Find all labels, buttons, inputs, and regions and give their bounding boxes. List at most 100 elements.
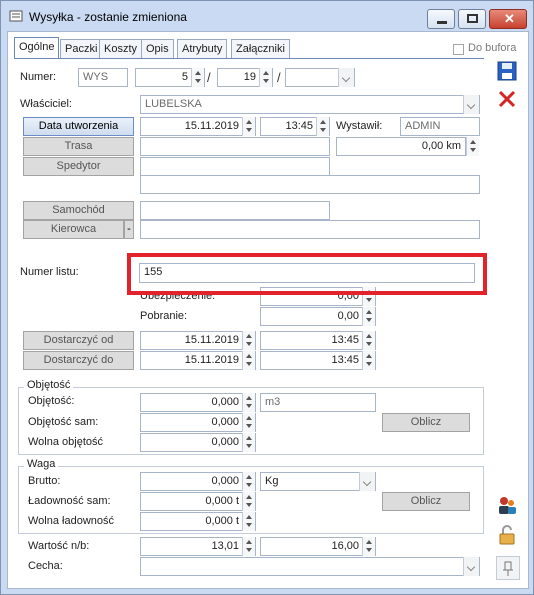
delete-button[interactable]: [496, 88, 520, 112]
wolna-objetosc-value: 0,000: [211, 436, 239, 448]
chevron-down-icon[interactable]: [338, 68, 354, 87]
users-icon: [499, 497, 516, 514]
minimize-button[interactable]: [427, 9, 455, 29]
dostarczyc-od-button[interactable]: Dostarczyć od: [23, 331, 134, 350]
minimize-icon: [437, 21, 447, 24]
dostarczyc-do-time-value: 13:45: [331, 354, 359, 366]
objetosc-group-title: Objętość: [24, 379, 74, 391]
data-utworzenia-date-field[interactable]: 15.11.2019: [140, 117, 256, 136]
title-bar[interactable]: Wysyłka - zostanie zmieniona ✕: [1, 1, 533, 31]
wartosc-netto-spinner[interactable]: [242, 537, 255, 556]
tab-paczki[interactable]: Paczki: [60, 39, 103, 59]
lock-button[interactable]: [496, 524, 520, 548]
trasa-km-spinner[interactable]: [466, 137, 479, 156]
spedytor-field[interactable]: [140, 157, 330, 176]
kierowca-button[interactable]: Kierowca: [23, 220, 124, 239]
objetosc-sam-field[interactable]: 0,000: [140, 413, 256, 432]
data-utworzenia-date-spinner[interactable]: [242, 117, 255, 136]
tab-zalaczniki[interactable]: Załączniki: [231, 39, 290, 59]
maximize-button[interactable]: [458, 9, 486, 29]
dostarczyc-do-time-spinner[interactable]: [362, 351, 375, 370]
samochod-field[interactable]: [140, 201, 330, 220]
lock-icon: [499, 525, 515, 545]
pobranie-field[interactable]: 0,00: [260, 307, 376, 326]
objetosc-spinner[interactable]: [242, 393, 255, 412]
tab-opis[interactable]: Opis: [141, 39, 174, 59]
trasa-field[interactable]: [140, 137, 330, 156]
dostarczyc-od-date-spinner[interactable]: [242, 331, 255, 350]
waga-oblicz-button[interactable]: Oblicz: [382, 492, 470, 511]
dostarczyc-do-time-field[interactable]: 13:45: [260, 351, 376, 370]
pobranie-spinner[interactable]: [362, 307, 375, 326]
spedytor-details-field[interactable]: [140, 175, 480, 194]
spedytor-button[interactable]: Spedytor: [23, 157, 134, 176]
window-title: Wysyłka - zostanie zmieniona: [29, 10, 187, 24]
dostarczyc-do-button[interactable]: Dostarczyć do: [23, 351, 134, 370]
numer-year-value: 19: [243, 71, 256, 83]
pobranie-label: Pobranie:: [140, 310, 188, 322]
tab-atrybuty[interactable]: Atrybuty: [177, 39, 228, 59]
objetosc-label: Objętość:: [28, 395, 75, 407]
wolna-ladownosc-label: Wolna ładowność: [28, 515, 115, 527]
save-button[interactable]: [496, 60, 520, 84]
objetosc-field[interactable]: 0,000: [140, 393, 256, 412]
kierowca-clear-button[interactable]: -: [124, 220, 134, 239]
pobranie-value: 0,00: [337, 310, 359, 322]
trasa-km-field[interactable]: 0,00 km: [336, 137, 466, 156]
tab-divider: [14, 58, 484, 59]
app-icon: [9, 9, 23, 23]
dostarczyc-od-time-value: 13:45: [331, 334, 359, 346]
numer-number-spinner[interactable]: [191, 68, 204, 87]
numer-year-spinner[interactable]: [259, 68, 272, 87]
wlasciciel-select[interactable]: LUBELSKA: [140, 95, 480, 114]
wartosc-brutto-field[interactable]: 16,00: [260, 537, 376, 556]
data-utworzenia-time-spinner[interactable]: [316, 117, 329, 136]
numer-separator: /: [277, 70, 281, 85]
chevron-down-icon[interactable]: [463, 95, 479, 114]
dostarczyc-od-date-field[interactable]: 15.11.2019: [140, 331, 256, 350]
tab-label: Opis: [146, 43, 169, 55]
numer-prefix-field[interactable]: WYS: [78, 68, 128, 87]
save-icon: [497, 61, 517, 81]
kierowca-field[interactable]: [140, 220, 480, 239]
wartosc-brutto-spinner[interactable]: [362, 537, 375, 556]
brutto-spinner[interactable]: [242, 472, 255, 491]
wlasciciel-label: Właściciel:: [20, 98, 72, 110]
wolna-objetosc-label: Wolna objętość: [28, 436, 104, 448]
do-bufora-checkbox[interactable]: [453, 44, 464, 55]
tab-koszty[interactable]: Koszty: [99, 39, 143, 59]
wolna-ladownosc-value: 0,000 t: [205, 515, 239, 527]
wolna-ladownosc-spinner[interactable]: [242, 512, 255, 531]
ladownosc-sam-field[interactable]: 0,000 t: [140, 492, 256, 511]
pin-button[interactable]: [496, 556, 520, 580]
trasa-button[interactable]: Trasa: [23, 137, 134, 156]
numer-listu-field[interactable]: 155: [139, 263, 475, 283]
objetosc-sam-label: Objętość sam:: [28, 416, 99, 428]
dostarczyc-od-time-spinner[interactable]: [362, 331, 375, 350]
tab-ogolne[interactable]: Ogólne: [14, 37, 60, 59]
dostarczyc-do-date-spinner[interactable]: [242, 351, 255, 370]
close-button[interactable]: ✕: [489, 9, 527, 29]
wolna-ladownosc-field[interactable]: 0,000 t: [140, 512, 256, 531]
cecha-select[interactable]: [140, 557, 480, 576]
data-utworzenia-button[interactable]: Data utworzenia: [23, 117, 134, 136]
numer-listu-label: Numer listu:: [20, 266, 79, 278]
wartosc-netto-field[interactable]: 13,01: [140, 537, 256, 556]
users-button[interactable]: [496, 494, 520, 518]
pin-icon: [503, 561, 513, 576]
dostarczyc-do-date-field[interactable]: 15.11.2019: [140, 351, 256, 370]
wystawil-field[interactable]: ADMIN: [400, 117, 480, 136]
numer-number-value: 5: [181, 71, 188, 83]
dostarczyc-od-time-field[interactable]: 13:45: [260, 331, 376, 350]
objetosc-sam-spinner[interactable]: [242, 413, 255, 432]
objetosc-oblicz-button[interactable]: Oblicz: [382, 413, 470, 432]
chevron-down-icon[interactable]: [463, 557, 479, 576]
brutto-field[interactable]: 0,000: [140, 472, 256, 491]
wolna-objetosc-field[interactable]: 0,000: [140, 433, 256, 452]
wolna-objetosc-spinner[interactable]: [242, 433, 255, 452]
chevron-down-icon[interactable]: [359, 472, 375, 491]
objetosc-unit-field[interactable]: m3: [260, 393, 376, 412]
samochod-button[interactable]: Samochód: [23, 201, 134, 220]
wartosc-brutto-value: 16,00: [331, 540, 359, 552]
ladownosc-sam-spinner[interactable]: [242, 492, 255, 511]
